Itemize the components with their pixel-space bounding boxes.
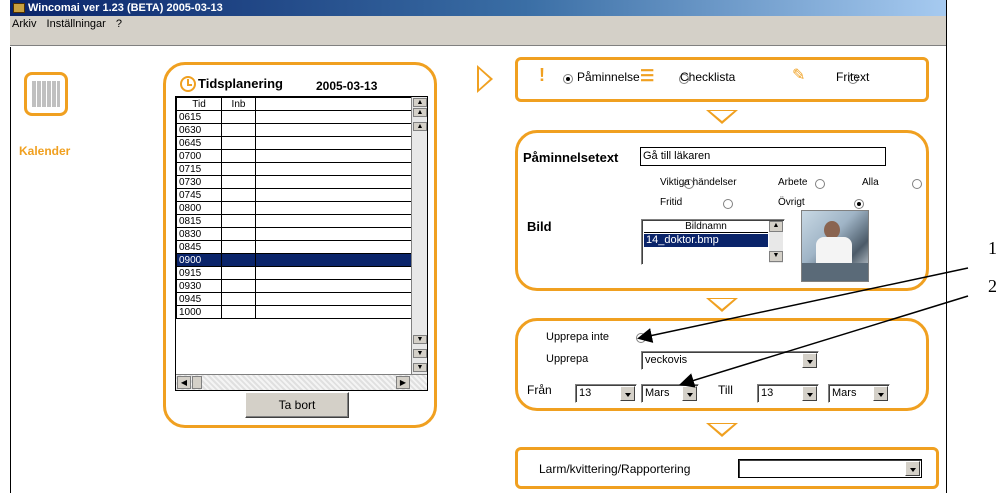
callout-line-1 [637,267,969,343]
callout-line-2 [679,295,969,388]
callout-1: 1 [988,238,997,258]
callout-arrows [637,267,969,388]
callout-2: 2 [988,276,997,296]
